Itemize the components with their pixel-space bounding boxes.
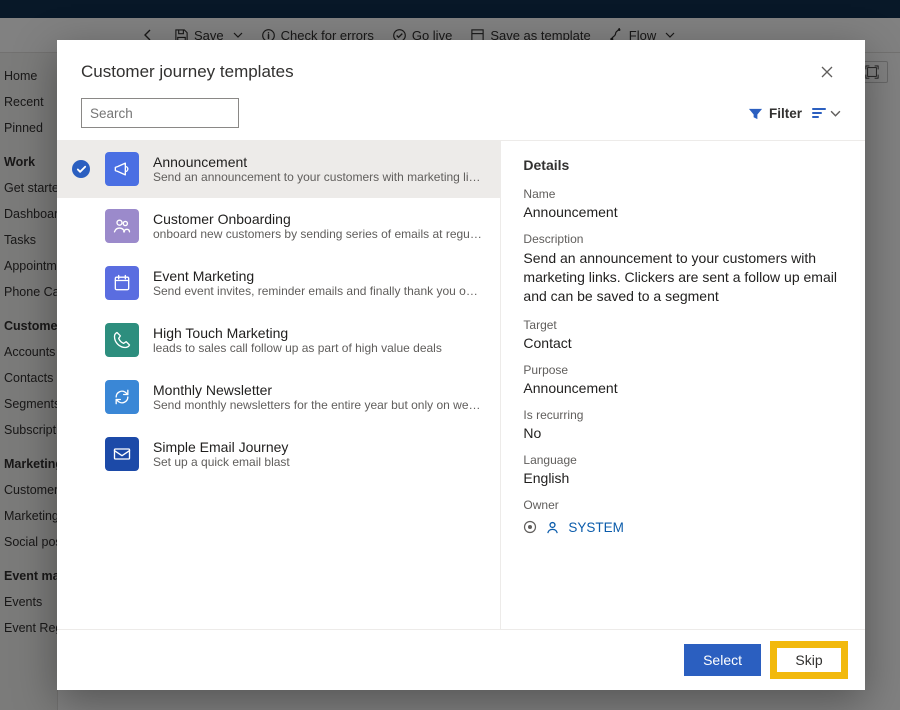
disc-icon — [523, 520, 537, 534]
filter-button[interactable]: Filter — [748, 106, 802, 121]
chevron-down-icon — [830, 108, 841, 119]
template-title: Monthly Newsletter — [153, 382, 482, 398]
select-button[interactable]: Select — [684, 644, 761, 676]
template-row[interactable]: High Touch Marketingleads to sales call … — [57, 312, 500, 369]
template-description: onboard new customers by sending series … — [153, 227, 482, 241]
template-title: Event Marketing — [153, 268, 482, 284]
template-row[interactable]: AnnouncementSend an announcement to your… — [57, 141, 500, 198]
value-description: Send an announcement to your customers w… — [523, 249, 843, 306]
refresh-icon — [105, 380, 139, 414]
value-target: Contact — [523, 335, 843, 351]
label-recurring: Is recurring — [523, 408, 843, 422]
value-recurring: No — [523, 425, 843, 441]
sort-icon — [812, 106, 828, 120]
filter-icon — [748, 106, 763, 121]
dialog-title: Customer journey templates — [81, 62, 294, 82]
dialog-footer: Select Skip — [57, 629, 865, 690]
details-heading: Details — [523, 157, 843, 173]
phone-icon — [105, 323, 139, 357]
label-description: Description — [523, 232, 843, 246]
person-icon — [545, 520, 560, 535]
close-icon — [820, 65, 834, 79]
template-picker-dialog: Customer journey templates Filter Announ… — [57, 40, 865, 690]
value-name: Announcement — [523, 204, 843, 220]
value-owner: SYSTEM — [568, 520, 624, 535]
value-language: English — [523, 470, 843, 486]
search-box[interactable] — [81, 98, 239, 128]
label-purpose: Purpose — [523, 363, 843, 377]
details-pane: Details Name Announcement Description Se… — [501, 141, 865, 629]
search-input[interactable] — [90, 106, 267, 121]
label-owner: Owner — [523, 498, 843, 512]
sort-button[interactable] — [812, 106, 841, 120]
template-row[interactable]: Event MarketingSend event invites, remin… — [57, 255, 500, 312]
people-icon — [105, 209, 139, 243]
close-button[interactable] — [813, 58, 841, 86]
label-name: Name — [523, 187, 843, 201]
calendar-icon — [105, 266, 139, 300]
template-description: leads to sales call follow up as part of… — [153, 341, 482, 355]
template-row[interactable]: Customer Onboardingonboard new customers… — [57, 198, 500, 255]
template-title: Customer Onboarding — [153, 211, 482, 227]
megaphone-icon — [105, 152, 139, 186]
template-title: High Touch Marketing — [153, 325, 482, 341]
template-list: AnnouncementSend an announcement to your… — [57, 141, 501, 629]
label-language: Language — [523, 453, 843, 467]
template-row[interactable]: Monthly NewsletterSend monthly newslette… — [57, 369, 500, 426]
template-description: Set up a quick email blast — [153, 455, 482, 469]
check-icon — [76, 164, 87, 175]
filter-label: Filter — [769, 106, 802, 121]
template-title: Simple Email Journey — [153, 439, 482, 455]
mail-icon — [105, 437, 139, 471]
skip-button[interactable]: Skip — [773, 644, 845, 676]
template-description: Send an announcement to your customers w… — [153, 170, 482, 184]
template-description: Send monthly newsletters for the entire … — [153, 398, 482, 412]
template-title: Announcement — [153, 154, 482, 170]
label-target: Target — [523, 318, 843, 332]
template-row[interactable]: Simple Email JourneySet up a quick email… — [57, 426, 500, 483]
value-purpose: Announcement — [523, 380, 843, 396]
row-checkmark — [71, 160, 91, 178]
template-description: Send event invites, reminder emails and … — [153, 284, 482, 298]
